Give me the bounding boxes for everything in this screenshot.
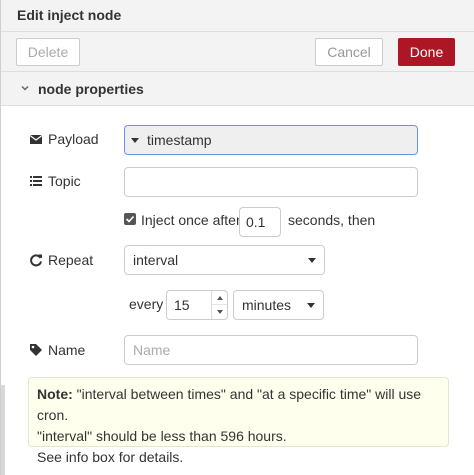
scrollbar[interactable] (1, 385, 5, 475)
chevron-down-icon (307, 303, 315, 308)
dialog-title: Edit inject node (17, 7, 122, 23)
delete-button[interactable]: Delete (16, 38, 80, 66)
interval-value: 15 (174, 297, 190, 313)
check-icon (125, 215, 135, 223)
payload-type-select[interactable]: timestamp (124, 125, 418, 155)
node-properties-section[interactable]: node properties (1, 72, 474, 106)
increment-button[interactable] (212, 291, 227, 305)
name-input[interactable] (124, 335, 418, 365)
note-line-2: "interval" should be less than 596 hours… (37, 428, 287, 444)
chevron-down-icon (308, 258, 316, 263)
inject-once-label: Inject once after (141, 212, 241, 228)
cancel-button[interactable]: Cancel (315, 38, 383, 66)
chevron-down-icon (21, 85, 29, 91)
repeat-icon (30, 254, 42, 267)
interval-unit-select[interactable]: minutes (233, 290, 324, 320)
dialog-toolbar: Delete Cancel Done (1, 32, 474, 72)
stepper-buttons (211, 291, 227, 319)
topic-label-text: Topic (48, 173, 81, 189)
topic-label: Topic (29, 173, 81, 189)
arrow-down-icon (216, 310, 223, 314)
interval-unit-value: minutes (242, 297, 292, 313)
inject-delay-suffix: seconds, then (288, 212, 376, 228)
caret-down-icon (131, 137, 139, 143)
cron-note: Note: "interval between times" and "at a… (28, 377, 449, 465)
inject-once-checkbox[interactable] (124, 213, 136, 225)
decrement-button[interactable] (212, 305, 227, 319)
list-icon (30, 176, 42, 186)
note-bold: Note: (37, 386, 73, 402)
note-line-1-text: "interval between times" and "at a speci… (37, 386, 422, 423)
payload-value: timestamp (147, 132, 212, 148)
repeat-mode-select[interactable]: interval (124, 245, 325, 275)
envelope-icon (29, 135, 43, 144)
tag-icon (30, 344, 42, 356)
every-label: every (129, 296, 164, 312)
payload-label-text: Payload (48, 131, 99, 147)
arrow-up-icon (216, 295, 223, 300)
edit-dialog: Edit inject node Delete Cancel Done node… (0, 0, 474, 475)
inject-delay-input[interactable] (239, 207, 281, 237)
dialog-header: Edit inject node (1, 0, 474, 32)
section-title: node properties (38, 81, 144, 97)
name-label-text: Name (48, 342, 86, 358)
repeat-label: Repeat (29, 252, 93, 268)
name-label: Name (29, 342, 85, 358)
interval-stepper[interactable]: 15 (166, 290, 228, 320)
done-button[interactable]: Done (398, 38, 455, 66)
payload-label: Payload (29, 131, 99, 147)
topic-input[interactable] (124, 167, 418, 197)
repeat-label-text: Repeat (48, 252, 94, 268)
note-line-3: See info box for details. (37, 449, 184, 465)
repeat-mode-value: interval (133, 252, 179, 268)
note-line-1: Note: "interval between times" and "at a… (37, 384, 440, 426)
